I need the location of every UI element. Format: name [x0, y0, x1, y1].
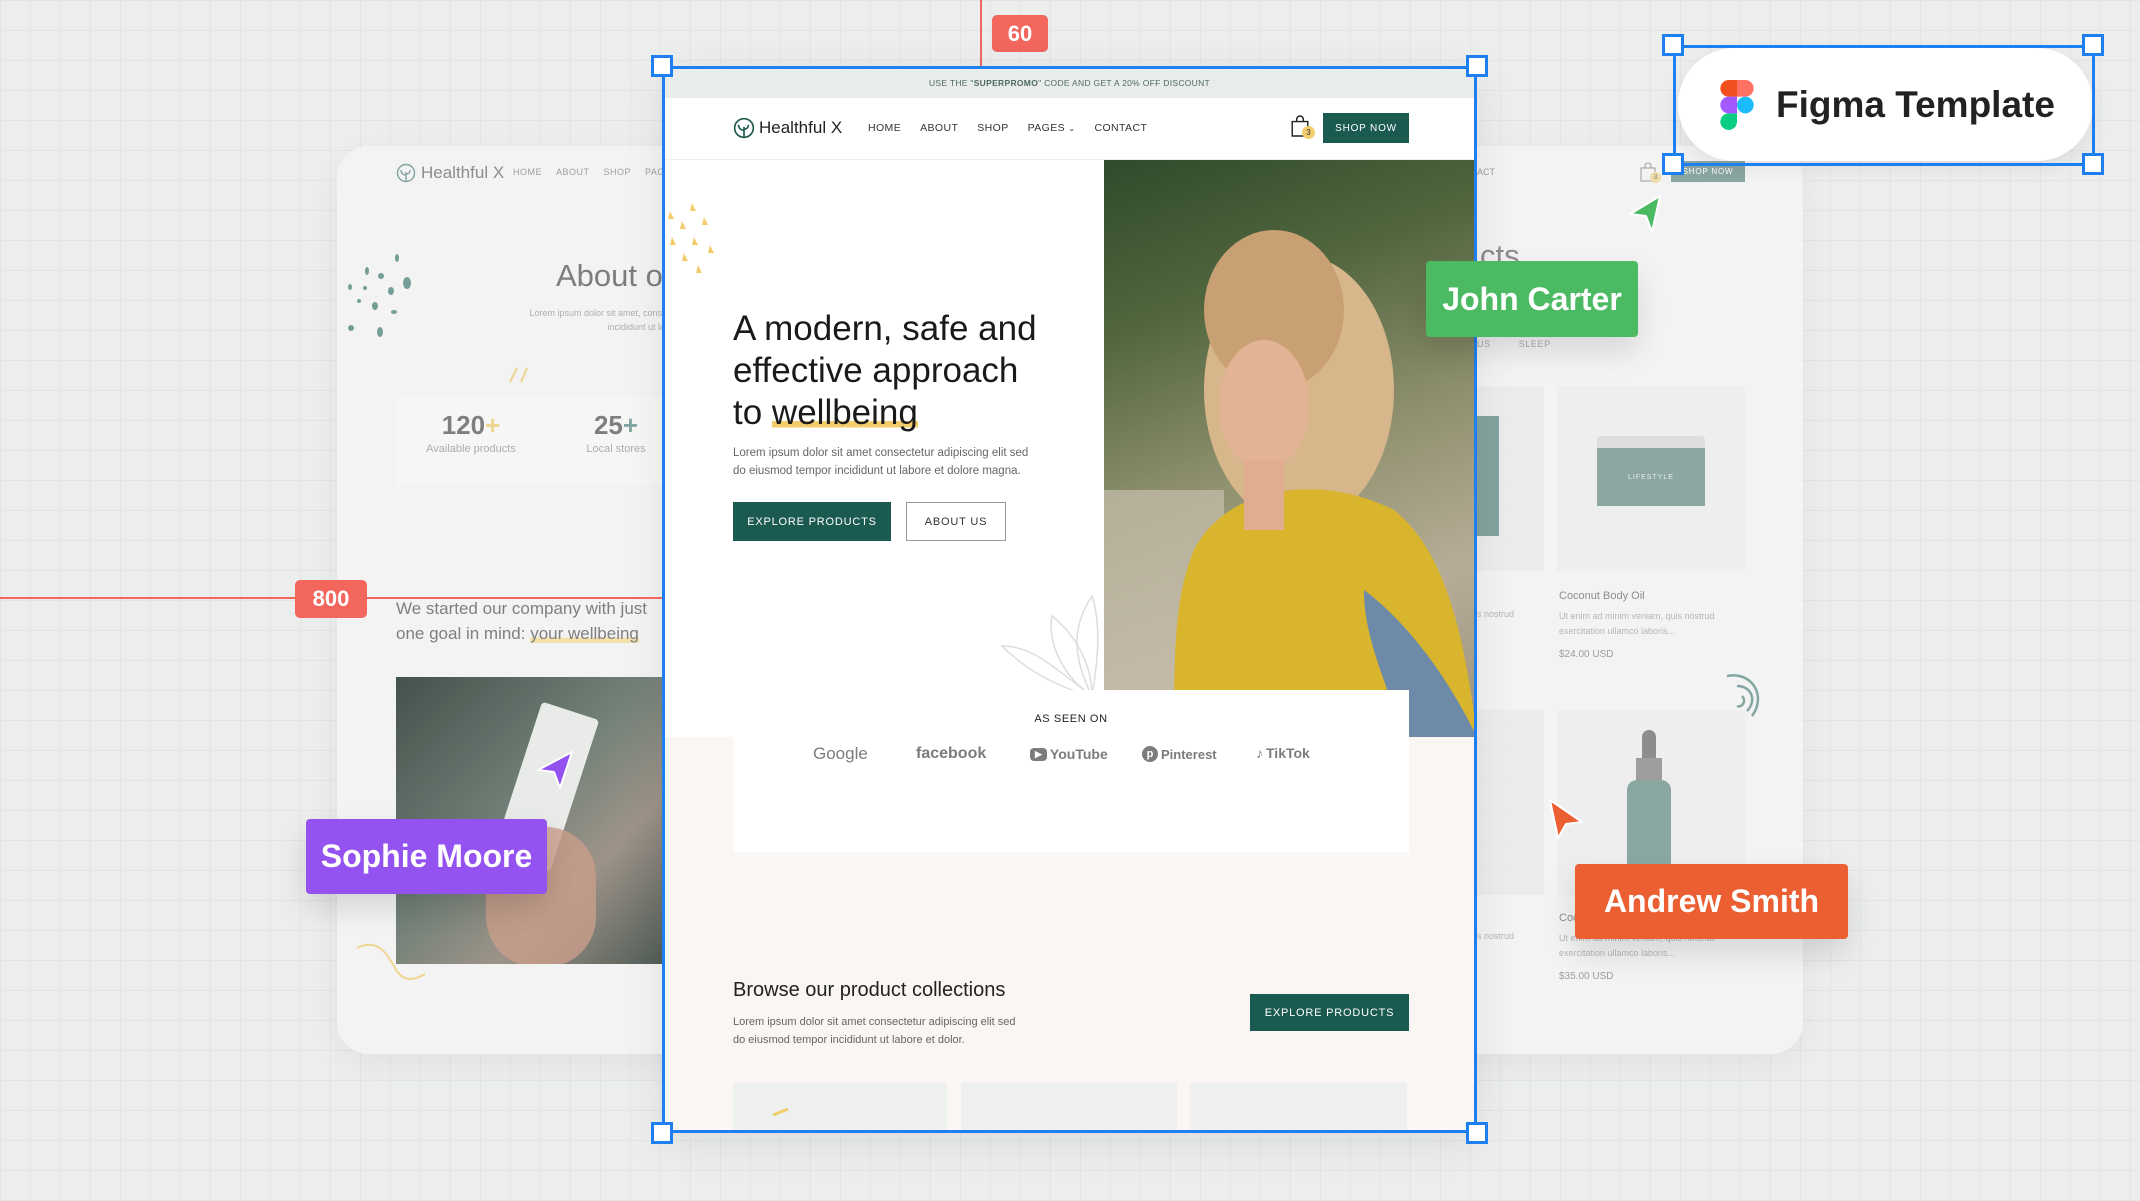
- collaborator-label-sophie: Sophie Moore: [306, 819, 547, 894]
- category-tab[interactable]: SLEEP: [1519, 339, 1551, 349]
- products-cart-icon[interactable]: 3: [1639, 162, 1661, 187]
- about-body: Lorem ipsum dolor sit amet, conse incidid…: [529, 308, 667, 332]
- resize-handle[interactable]: [1662, 153, 1684, 175]
- partial-product-desc-2: s nostrud: [1477, 931, 1515, 941]
- product-card-body-oil[interactable]: LIFESTYLE: [1557, 386, 1745, 571]
- stat-stores: 25+ Local stores: [586, 410, 646, 455]
- about-title: About o: [556, 258, 663, 293]
- cursor-arrow-icon: [537, 751, 573, 789]
- collaborator-label-andrew: Andrew Smith: [1575, 864, 1848, 939]
- about-brand-name: Healthful X: [421, 163, 505, 182]
- story-text: We started our company with just one goa…: [396, 599, 648, 643]
- cursor-arrow-icon: [1629, 195, 1661, 233]
- product-card-partial: [1477, 386, 1544, 571]
- cursor-arrow-icon: [1549, 799, 1583, 839]
- products-nav-tail: ACT: [1477, 167, 1495, 177]
- about-nav-about[interactable]: ABOUT: [556, 167, 590, 177]
- decorative-dots-icon: [348, 254, 411, 337]
- stat-products: 120+ Available products: [426, 410, 516, 455]
- category-tab[interactable]: US: [1477, 339, 1491, 349]
- partial-product-desc: s nostrud: [1477, 609, 1515, 619]
- resize-handle[interactable]: [2082, 34, 2104, 56]
- vertical-guide-line: [980, 0, 982, 66]
- product-price-2: $35.00 USD: [1559, 971, 1614, 982]
- resize-handle-bottom-right[interactable]: [1466, 1122, 1488, 1144]
- resize-handle-top-right[interactable]: [1466, 55, 1488, 77]
- guide-value-left: 800: [295, 580, 367, 618]
- about-nav: HOMEABOUTSHOPPAGES: [513, 167, 678, 177]
- collaborator-label-john: John Carter: [1426, 261, 1638, 337]
- resize-handle[interactable]: [2082, 153, 2104, 175]
- decorative-swirl-icon: [356, 943, 426, 980]
- about-logo: Healthful X: [396, 163, 504, 183]
- category-tabs: US SLEEP: [1477, 339, 1551, 349]
- product-name: Coconut Body Oil: [1559, 590, 1645, 602]
- decorative-strokes-icon: [509, 367, 528, 383]
- stats-box: 120+ Available products 25+ Local stores: [396, 396, 662, 485]
- about-nav-shop[interactable]: SHOP: [604, 167, 632, 177]
- resize-handle-top-left[interactable]: [651, 55, 673, 77]
- about-nav-home[interactable]: HOME: [513, 167, 542, 177]
- product-desc: Ut enim ad minim veniam, quis nostrud ex…: [1559, 611, 1715, 636]
- jar-image: LIFESTYLE: [1597, 436, 1705, 516]
- product-card-partial-2: [1477, 710, 1544, 895]
- badge-selection-outline[interactable]: [1673, 45, 2095, 166]
- dropper-bottle-image: [1627, 730, 1671, 880]
- guide-value-top: 60: [992, 15, 1048, 52]
- decorative-spiral-icon: [1726, 674, 1760, 717]
- resize-handle-bottom-left[interactable]: [651, 1122, 673, 1144]
- leaf-logo-icon: [396, 163, 416, 183]
- frame-selection-outline[interactable]: [662, 66, 1477, 1133]
- product-price: $24.00 USD: [1559, 649, 1614, 660]
- resize-handle[interactable]: [1662, 34, 1684, 56]
- products-cart-count: 3: [1650, 172, 1661, 183]
